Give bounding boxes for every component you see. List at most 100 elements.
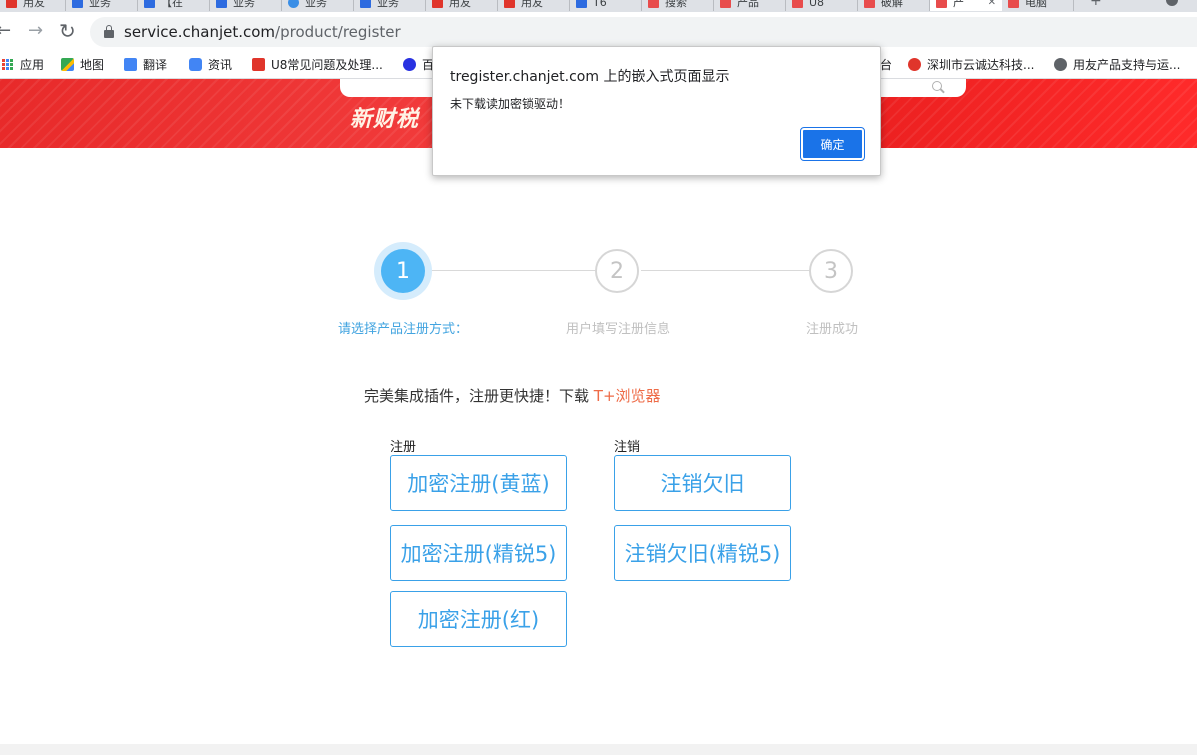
tab-title: 搜索 bbox=[665, 0, 687, 9]
page-footer-strip bbox=[0, 744, 1197, 755]
search-icon[interactable] bbox=[932, 81, 942, 91]
tab-favicon-icon bbox=[1008, 0, 1019, 8]
tab-favicon-icon bbox=[144, 0, 155, 8]
browser-tab[interactable]: 用友 bbox=[498, 0, 570, 11]
bookmark-label: 地图 bbox=[80, 58, 105, 72]
baidu-icon bbox=[403, 58, 416, 71]
tab-favicon-icon bbox=[72, 0, 83, 8]
bookmark-label: 用友产品支持与运... bbox=[1073, 58, 1181, 72]
bookmark-label: 深圳市云诚达科技... bbox=[927, 58, 1035, 72]
dialog-title: tregister.chanjet.com 上的嵌入式页面显示 bbox=[450, 69, 730, 85]
dialog-message: 未下载读加密锁驱动！ bbox=[450, 97, 571, 111]
bookmark-chanjet[interactable]: 深圳市云诚达科技... bbox=[908, 56, 1034, 73]
bookmark-translate[interactable]: 翻译 bbox=[124, 56, 167, 73]
step-connector bbox=[425, 270, 595, 271]
url-host: service.chanjet.com bbox=[124, 23, 276, 41]
reload-button[interactable]: ↻ bbox=[59, 21, 76, 41]
tab-favicon-icon bbox=[864, 0, 875, 8]
bookmark-apps[interactable]: 应用 bbox=[2, 56, 44, 73]
browser-tab[interactable]: 用友 bbox=[426, 0, 498, 11]
browser-tab[interactable]: 业务 bbox=[66, 0, 138, 11]
tab-title: T6 bbox=[593, 0, 607, 9]
register-red-button[interactable]: 加密注册(红) bbox=[390, 591, 567, 647]
tab-favicon-icon bbox=[288, 0, 299, 8]
tab-favicon-icon bbox=[6, 0, 17, 8]
tab-favicon-icon bbox=[432, 0, 443, 8]
forward-button[interactable]: → bbox=[28, 21, 43, 41]
browser-tab[interactable]: 产品 bbox=[714, 0, 786, 11]
maps-icon bbox=[61, 58, 74, 71]
bookmark-label: U8常见问题及处理... bbox=[271, 58, 383, 72]
chanjet-icon bbox=[908, 58, 921, 71]
tab-title: 破解 bbox=[881, 0, 903, 9]
tab-title: 【在 bbox=[161, 0, 183, 9]
bookmark-partial[interactable]: 台 bbox=[880, 56, 892, 73]
browser-tab[interactable]: U8 bbox=[786, 0, 858, 11]
browser-tab[interactable]: T6 bbox=[570, 0, 642, 11]
tab-title: 用友 bbox=[449, 0, 471, 9]
tab-favicon-icon bbox=[360, 0, 371, 8]
tab-title: 用友 bbox=[521, 0, 543, 9]
tab-strip: 用友 业务 【在 业务 业务 业务 用友 用友 T6 搜索 产品 U8 破解 产… bbox=[0, 0, 1197, 12]
dialog-ok-button[interactable]: 确定 bbox=[800, 127, 865, 161]
bookmark-label: 应用 bbox=[20, 58, 45, 72]
step-connector bbox=[641, 270, 809, 271]
new-tab-button[interactable]: + bbox=[1090, 0, 1102, 9]
browser-promo: 完美集成插件，注册更快捷！下载 T+浏览器 bbox=[364, 385, 661, 406]
bookmark-news[interactable]: 资讯 bbox=[189, 56, 232, 73]
apps-grid-icon bbox=[2, 58, 14, 71]
browser-tab-active[interactable]: 产 ✕ bbox=[930, 0, 1002, 11]
tab-title: U8 bbox=[809, 0, 825, 9]
tab-title: 电脑 bbox=[1025, 0, 1047, 9]
tab-favicon-icon bbox=[216, 0, 227, 8]
unregister-old-button[interactable]: 注销欠旧 bbox=[614, 455, 791, 511]
browser-tab[interactable]: 业务 bbox=[354, 0, 426, 11]
address-bar[interactable]: service.chanjet.com/product/register bbox=[90, 17, 1197, 47]
browser-tab[interactable]: 搜索 bbox=[642, 0, 714, 11]
tab-title: 用友 bbox=[23, 0, 45, 9]
tab-close-icon[interactable]: ✕ bbox=[988, 0, 996, 8]
alert-dialog: tregister.chanjet.com 上的嵌入式页面显示 未下载读加密锁驱… bbox=[432, 46, 881, 176]
browser-tab[interactable]: 业务 bbox=[282, 0, 354, 11]
tab-favicon-icon bbox=[936, 0, 947, 8]
step-1-label: 请选择产品注册方式： bbox=[337, 322, 469, 337]
tab-title: 业务 bbox=[377, 0, 399, 9]
bookmark-label: 台 bbox=[880, 58, 893, 72]
register-heading: 注册 bbox=[390, 440, 417, 455]
bookmark-u8[interactable]: U8常见问题及处理... bbox=[252, 56, 383, 73]
url-path: /product/register bbox=[275, 23, 401, 41]
globe-icon bbox=[1054, 58, 1067, 71]
step-2-circle: 2 bbox=[595, 249, 639, 293]
tab-favicon-icon bbox=[792, 0, 803, 8]
bookmark-baidu[interactable]: 百 bbox=[403, 56, 434, 73]
bookmark-label: 翻译 bbox=[143, 58, 168, 72]
step-3-circle: 3 bbox=[809, 249, 853, 293]
browser-tab[interactable]: 业务 bbox=[210, 0, 282, 11]
tab-favicon-icon bbox=[648, 0, 659, 8]
browser-tab[interactable]: 【在 bbox=[138, 0, 210, 11]
unregister-old-jingrui5-button[interactable]: 注销欠旧(精锐5) bbox=[614, 525, 791, 581]
back-button[interactable]: ← bbox=[0, 21, 11, 41]
tplus-browser-link[interactable]: T+浏览器 bbox=[594, 387, 661, 405]
unregister-heading: 注销 bbox=[614, 440, 641, 455]
step-2-label: 用户填写注册信息 bbox=[565, 322, 671, 337]
url-text[interactable]: service.chanjet.com/product/register bbox=[124, 23, 401, 41]
step-3-label: 注册成功 bbox=[805, 322, 859, 337]
registration-stepper: 1 2 3 请选择产品注册方式： 用户填写注册信息 注册成功 bbox=[0, 230, 1197, 350]
browser-tab[interactable]: 电脑 bbox=[1002, 0, 1074, 11]
profile-icon[interactable] bbox=[1166, 0, 1178, 6]
lock-icon bbox=[104, 25, 114, 38]
translate-icon bbox=[124, 58, 137, 71]
tab-favicon-icon bbox=[576, 0, 587, 8]
register-yellow-blue-button[interactable]: 加密注册(黄蓝) bbox=[390, 455, 567, 511]
browser-tab[interactable]: 破解 bbox=[858, 0, 930, 11]
register-jingrui5-button[interactable]: 加密注册(精锐5) bbox=[390, 525, 567, 581]
browser-tab[interactable]: 用友 bbox=[0, 0, 66, 11]
news-icon bbox=[189, 58, 202, 71]
tab-title: 产品 bbox=[737, 0, 759, 9]
bookmark-yonyou-support[interactable]: 用友产品支持与运... bbox=[1054, 56, 1180, 73]
tab-favicon-icon bbox=[720, 0, 731, 8]
bookmark-label: 资讯 bbox=[208, 58, 233, 72]
u8-icon bbox=[252, 58, 265, 71]
bookmark-maps[interactable]: 地图 bbox=[61, 56, 104, 73]
